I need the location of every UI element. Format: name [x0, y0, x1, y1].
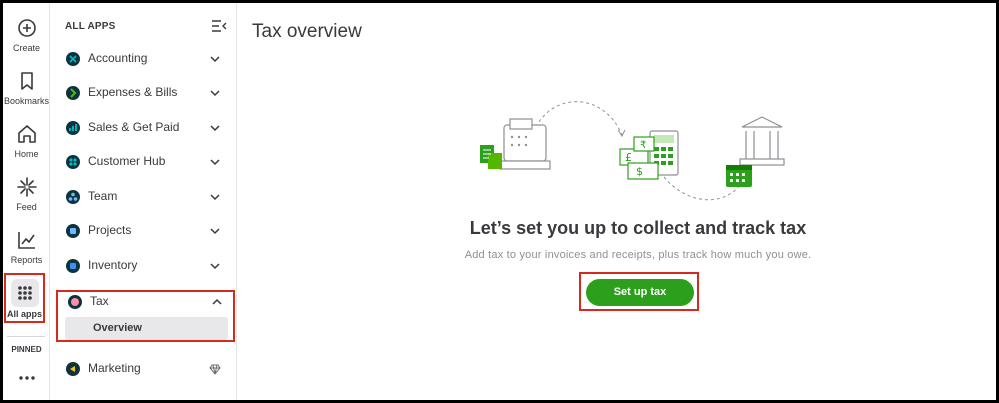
- marketing-icon: [66, 362, 80, 376]
- nav-item-sales-get-paid[interactable]: Sales & Get Paid: [57, 114, 229, 142]
- chevron-down-icon: [210, 159, 220, 166]
- nav-item-tax[interactable]: Tax: [59, 288, 231, 316]
- nav-item-label: Expenses & Bills: [88, 85, 178, 99]
- nav-heading: ALL APPS: [65, 21, 116, 32]
- nav-item-label: Projects: [88, 223, 132, 237]
- empty-state-headline: Let’s set you up to collect and track ta…: [469, 218, 807, 238]
- nav-item-label: Inventory: [88, 258, 138, 272]
- projects-icon: [66, 224, 80, 238]
- rail-divider: [7, 336, 45, 337]
- home-icon: [17, 125, 36, 143]
- nav-item-label: Marketing: [88, 361, 141, 375]
- app-nav: ALL APPS Accounting Expenses & Bills Sal…: [51, 3, 237, 400]
- chevron-down-icon: [210, 56, 220, 63]
- feed-label: Feed: [16, 202, 37, 212]
- chevron-up-icon: [212, 298, 222, 305]
- grid-dots-icon: [18, 286, 32, 300]
- all-apps-tile: [11, 279, 39, 307]
- team-icon: [66, 190, 80, 204]
- chevron-down-icon: [210, 228, 220, 235]
- feed-button[interactable]: Feed: [3, 176, 50, 212]
- nav-item-team[interactable]: Team: [57, 183, 229, 211]
- reports-button[interactable]: Reports: [3, 229, 50, 265]
- nav-item-marketing[interactable]: Marketing: [57, 355, 229, 383]
- nav-item-expenses-bills[interactable]: Expenses & Bills: [57, 79, 229, 107]
- nav-item-customer-hub[interactable]: Customer Hub: [57, 148, 229, 176]
- create-button[interactable]: Create: [3, 17, 50, 53]
- more-dots-icon: [18, 376, 35, 380]
- tax-illustration: £ $ ₹: [480, 101, 785, 201]
- chart-line-icon: [17, 232, 35, 249]
- reports-label: Reports: [10, 255, 43, 265]
- svg-text:₹: ₹: [640, 140, 646, 151]
- nav-item-label: Accounting: [88, 51, 148, 65]
- app-window: Create Bookmarks Home Feed Reports All a…: [3, 3, 996, 400]
- sales-icon: [66, 121, 80, 135]
- cta-highlight: Set up tax: [579, 272, 699, 311]
- nav-item-projects[interactable]: Projects: [57, 217, 229, 245]
- inventory-icon: [66, 259, 80, 273]
- feed-icon: [16, 177, 37, 197]
- bookmark-icon: [20, 72, 33, 90]
- left-rail: Create Bookmarks Home Feed Reports All a…: [3, 3, 50, 400]
- home-button[interactable]: Home: [3, 123, 50, 159]
- create-label: Create: [12, 43, 40, 53]
- pinned-label: PINNED: [11, 345, 42, 354]
- tax-section-highlight: Tax Overview: [56, 290, 235, 342]
- nav-item-label: Tax: [90, 294, 109, 308]
- nav-subitem-overview[interactable]: Overview: [65, 317, 228, 340]
- main-content: Tax overview £ $ ₹ Let’s set you up to c…: [238, 3, 996, 400]
- nav-item-label: Customer Hub: [88, 154, 166, 168]
- svg-text:£: £: [625, 151, 632, 164]
- chevron-down-icon: [210, 125, 220, 132]
- all-apps-button[interactable]: All apps: [4, 273, 45, 323]
- tax-icon: [68, 295, 82, 309]
- diamond-icon: [209, 364, 221, 375]
- set-up-tax-button[interactable]: Set up tax: [586, 279, 694, 306]
- accounting-icon: [66, 52, 80, 66]
- chevron-down-icon: [210, 263, 220, 270]
- bookmarks-button[interactable]: Bookmarks: [3, 70, 50, 106]
- customer-hub-icon: [66, 155, 80, 169]
- plus-circle-icon: [17, 19, 36, 37]
- nav-item-inventory[interactable]: Inventory: [57, 252, 229, 280]
- nav-item-accounting[interactable]: Accounting: [57, 45, 229, 73]
- nav-item-label: Sales & Get Paid: [88, 120, 180, 134]
- chevron-down-icon: [210, 194, 220, 201]
- collapse-menu-icon[interactable]: [211, 19, 227, 33]
- nav-item-label: Team: [88, 189, 118, 203]
- svg-text:$: $: [636, 165, 643, 178]
- bookmarks-label: Bookmarks: [3, 96, 49, 106]
- chevron-down-icon: [210, 90, 220, 97]
- more-button[interactable]: [3, 367, 50, 389]
- home-label: Home: [14, 149, 39, 159]
- all-apps-label: All apps: [6, 309, 42, 319]
- expenses-icon: [66, 86, 80, 100]
- empty-state-description: Add tax to your invoices and receipts, p…: [464, 249, 812, 261]
- page-title: Tax overview: [252, 21, 362, 42]
- nav-subitem-label: Overview: [93, 322, 142, 334]
